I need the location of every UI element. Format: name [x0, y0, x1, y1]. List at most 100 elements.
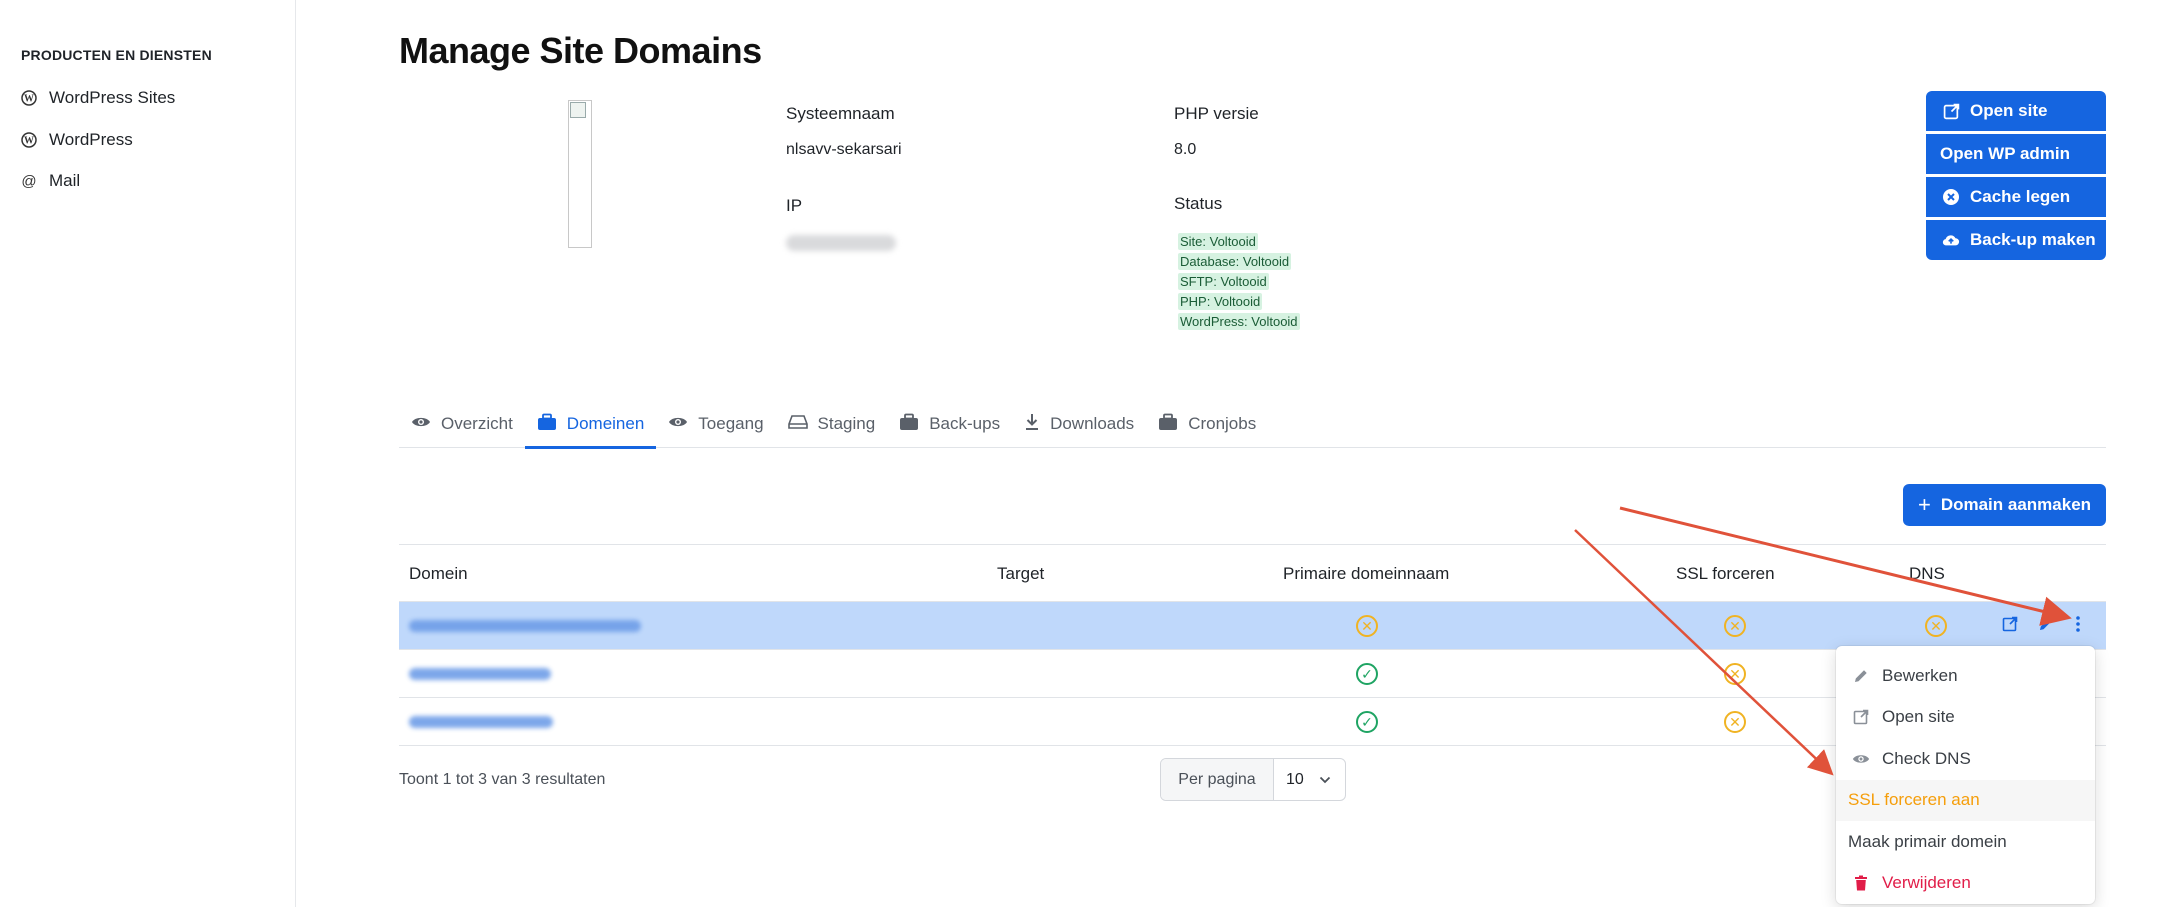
- briefcase-icon: [537, 413, 557, 436]
- tab-bar: Overzicht Domeinen Toegang Staging Back-…: [399, 400, 2106, 449]
- x-circle-icon: ✕: [1724, 711, 1746, 733]
- briefcase-icon: [1158, 413, 1178, 436]
- menu-item-maak-primair-domein[interactable]: Maak primair domein: [1836, 821, 2095, 863]
- open-site-label: Open site: [1970, 101, 2048, 120]
- menu-item-label: Verwijderen: [1882, 873, 1971, 893]
- menu-item-check-dns[interactable]: Check DNS: [1836, 738, 2095, 780]
- system-name-label: Systeemnaam: [786, 104, 895, 123]
- x-circle-icon: ✕: [1925, 615, 1947, 637]
- status-badge: Site: Voltooid: [1178, 233, 1258, 250]
- tab-downloads[interactable]: Downloads: [1012, 400, 1146, 448]
- tab-domeinen[interactable]: Domeinen: [524, 400, 657, 449]
- column-header-primary: Primaire domeinnaam: [1283, 564, 1450, 583]
- tab-label: Downloads: [1050, 414, 1135, 433]
- at-icon: @: [21, 172, 37, 190]
- row-context-menu: Bewerken Open site Check DNS SSL forcere…: [1836, 646, 2095, 904]
- per-page-value: 10: [1286, 770, 1304, 788]
- menu-item-ssl-forceren-aan[interactable]: SSL forceren aan: [1836, 779, 2095, 821]
- sidebar-item-wordpress-sites[interactable]: W WordPress Sites: [21, 88, 175, 108]
- column-header-ssl: SSL forceren: [1676, 564, 1775, 583]
- tab-label: Toegang: [698, 414, 764, 433]
- primary-status-yes: ✓: [1356, 698, 1378, 746]
- ssl-status-no: ✕: [1724, 698, 1746, 746]
- page-title: Manage Site Domains: [399, 30, 762, 71]
- open-wp-admin-button[interactable]: Open WP admin: [1926, 134, 2106, 174]
- status-badge: Database: Voltooid: [1178, 253, 1292, 270]
- tab-label: Domeinen: [566, 414, 645, 433]
- system-name-value: nlsavv-sekarsari: [786, 141, 902, 158]
- menu-item-label: Open site: [1882, 707, 1955, 727]
- x-circle-icon: ✕: [1724, 615, 1746, 637]
- sidebar-item-wordpress[interactable]: W WordPress: [21, 130, 133, 150]
- domain-link-redacted[interactable]: [409, 602, 641, 650]
- external-link-icon: [1852, 709, 1870, 725]
- tab-back-ups[interactable]: Back-ups: [887, 400, 1012, 448]
- sidebar-item-label: WordPress Sites: [49, 88, 176, 107]
- check-circle-icon: ✓: [1356, 663, 1378, 685]
- ssl-status-no: ✕: [1724, 650, 1746, 698]
- external-link-icon: [1942, 103, 1960, 120]
- download-icon: [1024, 413, 1040, 436]
- wordpress-icon: W: [21, 90, 37, 106]
- open-site-button[interactable]: Open site: [1926, 91, 2106, 131]
- results-count: Toont 1 tot 3 van 3 resultaten: [399, 771, 606, 788]
- pencil-icon: [2038, 616, 2054, 637]
- tab-toegang[interactable]: Toegang: [656, 400, 775, 448]
- column-header-dns: DNS: [1909, 564, 1945, 583]
- status-badge: SFTP: Voltooid: [1178, 273, 1269, 290]
- tab-label: Staging: [817, 414, 876, 433]
- tab-staging[interactable]: Staging: [776, 400, 888, 448]
- wordpress-icon: W: [21, 132, 37, 148]
- menu-item-verwijderen[interactable]: Verwijderen: [1836, 863, 2095, 905]
- x-circle-icon: ✕: [1356, 615, 1378, 637]
- sidebar: PRODUCTEN EN DIENSTEN W WordPress Sites …: [0, 0, 296, 907]
- plus-icon: +: [1917, 492, 1931, 517]
- row-edit-button[interactable]: [2038, 602, 2054, 650]
- per-page-control: Per pagina 10: [1160, 758, 1346, 801]
- status-badge: PHP: Voltooid: [1178, 293, 1263, 310]
- menu-item-label: SSL forceren aan: [1848, 790, 1980, 810]
- eye-icon: [1852, 752, 1870, 766]
- menu-item-label: Bewerken: [1882, 665, 1958, 685]
- table-header: Domein Target Primaire domeinnaam SSL fo…: [399, 544, 2106, 602]
- site-thumbnail: [568, 100, 592, 248]
- menu-item-label: Check DNS: [1882, 748, 1971, 768]
- domain-link-redacted[interactable]: [409, 650, 551, 698]
- x-circle-icon: ✕: [1724, 663, 1746, 685]
- tab-overzicht[interactable]: Overzicht: [399, 400, 525, 448]
- backup-button[interactable]: Back-up maken: [1926, 220, 2106, 260]
- briefcase-icon: [899, 413, 919, 436]
- cloud-upload-icon: [1942, 232, 1960, 248]
- drive-icon: [787, 414, 808, 435]
- menu-item-open-site[interactable]: Open site: [1836, 697, 2095, 739]
- eye-icon: [411, 414, 431, 434]
- add-domain-label: Domain aanmaken: [1940, 495, 2092, 514]
- backup-label: Back-up maken: [1970, 230, 2096, 249]
- sidebar-heading: PRODUCTEN EN DIENSTEN: [21, 47, 212, 63]
- tab-cronjobs[interactable]: Cronjobs: [1146, 400, 1268, 448]
- table-row[interactable]: ✕ ✕ ✕: [399, 602, 2106, 650]
- primary-status-yes: ✓: [1356, 650, 1378, 698]
- check-circle-icon: ✓: [1356, 711, 1378, 733]
- sidebar-item-mail[interactable]: @ Mail: [21, 171, 80, 191]
- column-header-domain: Domein: [409, 564, 468, 583]
- tab-label: Overzicht: [441, 414, 513, 433]
- menu-item-bewerken[interactable]: Bewerken: [1836, 655, 2095, 697]
- per-page-select[interactable]: 10: [1274, 759, 1345, 800]
- clear-cache-button[interactable]: Cache legen: [1926, 177, 2106, 217]
- eye-icon: [668, 414, 688, 434]
- trash-icon: [1852, 875, 1870, 891]
- ip-value-redacted: [786, 235, 896, 251]
- dns-status-no: ✕: [1925, 602, 1947, 650]
- row-open-site-button[interactable]: [2002, 602, 2018, 650]
- ip-label: IP: [786, 196, 803, 215]
- add-domain-button[interactable]: + Domain aanmaken: [1903, 484, 2106, 526]
- status-list: Site: Voltooid Database: Voltooid SFTP: …: [1178, 233, 1300, 330]
- php-version-label: PHP versie: [1174, 104, 1259, 123]
- row-more-button[interactable]: [2075, 602, 2081, 650]
- column-header-target: Target: [997, 564, 1045, 583]
- kebab-menu-icon: [2075, 615, 2081, 638]
- status-badge: WordPress: Voltooid: [1178, 313, 1300, 330]
- domain-link-redacted[interactable]: [409, 698, 553, 746]
- sidebar-item-label: WordPress: [49, 130, 133, 149]
